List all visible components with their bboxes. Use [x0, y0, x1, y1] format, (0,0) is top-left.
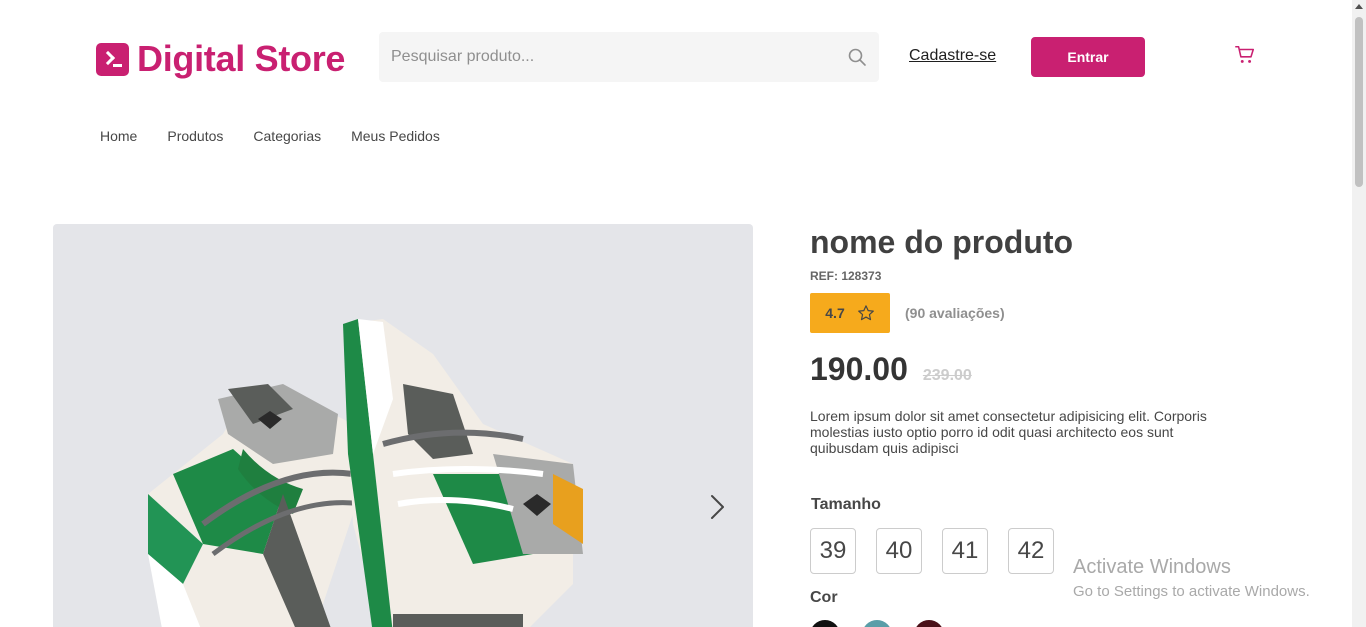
product-page: Digital Store Cadastre-se Entrar Home Pr… [0, 0, 1366, 627]
logo[interactable]: Digital Store [96, 38, 345, 80]
reviews-count: (90 avaliações) [905, 305, 1005, 321]
cart-icon[interactable] [1234, 44, 1256, 66]
color-label: Cor [810, 589, 838, 606]
search-input[interactable] [391, 48, 847, 66]
price-row: 190.00 239.00 [810, 351, 1240, 388]
color-swatch-burgundy[interactable] [914, 620, 944, 627]
search-icon[interactable] [847, 47, 867, 67]
current-price: 190.00 [810, 351, 908, 387]
search-bar [379, 32, 879, 82]
product-ref: REF: 128373 [810, 269, 882, 283]
chevron-right-icon[interactable] [703, 493, 731, 521]
size-option-39[interactable]: 39 [810, 528, 856, 574]
size-option-42[interactable]: 42 [1008, 528, 1054, 574]
nav-produtos[interactable]: Produtos [167, 128, 223, 144]
rating-value: 4.7 [825, 305, 845, 321]
rating-row: 4.7 (90 avaliações) [810, 293, 1240, 333]
watermark-subtitle: Go to Settings to activate Windows. [1073, 583, 1310, 600]
product-info: nome do produto REF: 128373 4.7 (90 aval… [810, 224, 1240, 456]
size-option-41[interactable]: 41 [942, 528, 988, 574]
product-description: Lorem ipsum dolor sit amet consectetur a… [810, 408, 1207, 456]
color-swatch-black[interactable] [810, 620, 840, 627]
product-title: nome do produto [810, 224, 1074, 260]
size-option-40[interactable]: 40 [876, 528, 922, 574]
size-label: Tamanho [811, 496, 881, 513]
signup-link[interactable]: Cadastre-se [909, 47, 996, 65]
product-image [148, 319, 583, 627]
product-gallery [53, 224, 753, 627]
size-options: 39 40 41 42 [810, 528, 1054, 574]
watermark-title: Activate Windows [1073, 556, 1231, 578]
rating-badge: 4.7 [810, 293, 890, 333]
login-button[interactable]: Entrar [1031, 37, 1145, 77]
color-options [810, 620, 944, 627]
scroll-thumb[interactable] [1355, 17, 1363, 187]
nav-meus-pedidos[interactable]: Meus Pedidos [351, 128, 440, 144]
logo-text: Digital Store [137, 38, 346, 79]
scroll-up-arrow-icon[interactable] [1355, 4, 1363, 9]
star-icon [857, 305, 874, 321]
terminal-logo-icon [96, 42, 129, 76]
color-swatch-teal[interactable] [862, 620, 892, 627]
main-nav: Home Produtos Categorias Meus Pedidos [100, 128, 440, 144]
old-price: 239.00 [922, 367, 972, 384]
windows-activation-watermark: Activate Windows Go to Settings to activ… [1073, 556, 1310, 600]
nav-categorias[interactable]: Categorias [253, 128, 321, 144]
page-scrollbar[interactable] [1352, 0, 1366, 627]
nav-home[interactable]: Home [100, 128, 137, 144]
